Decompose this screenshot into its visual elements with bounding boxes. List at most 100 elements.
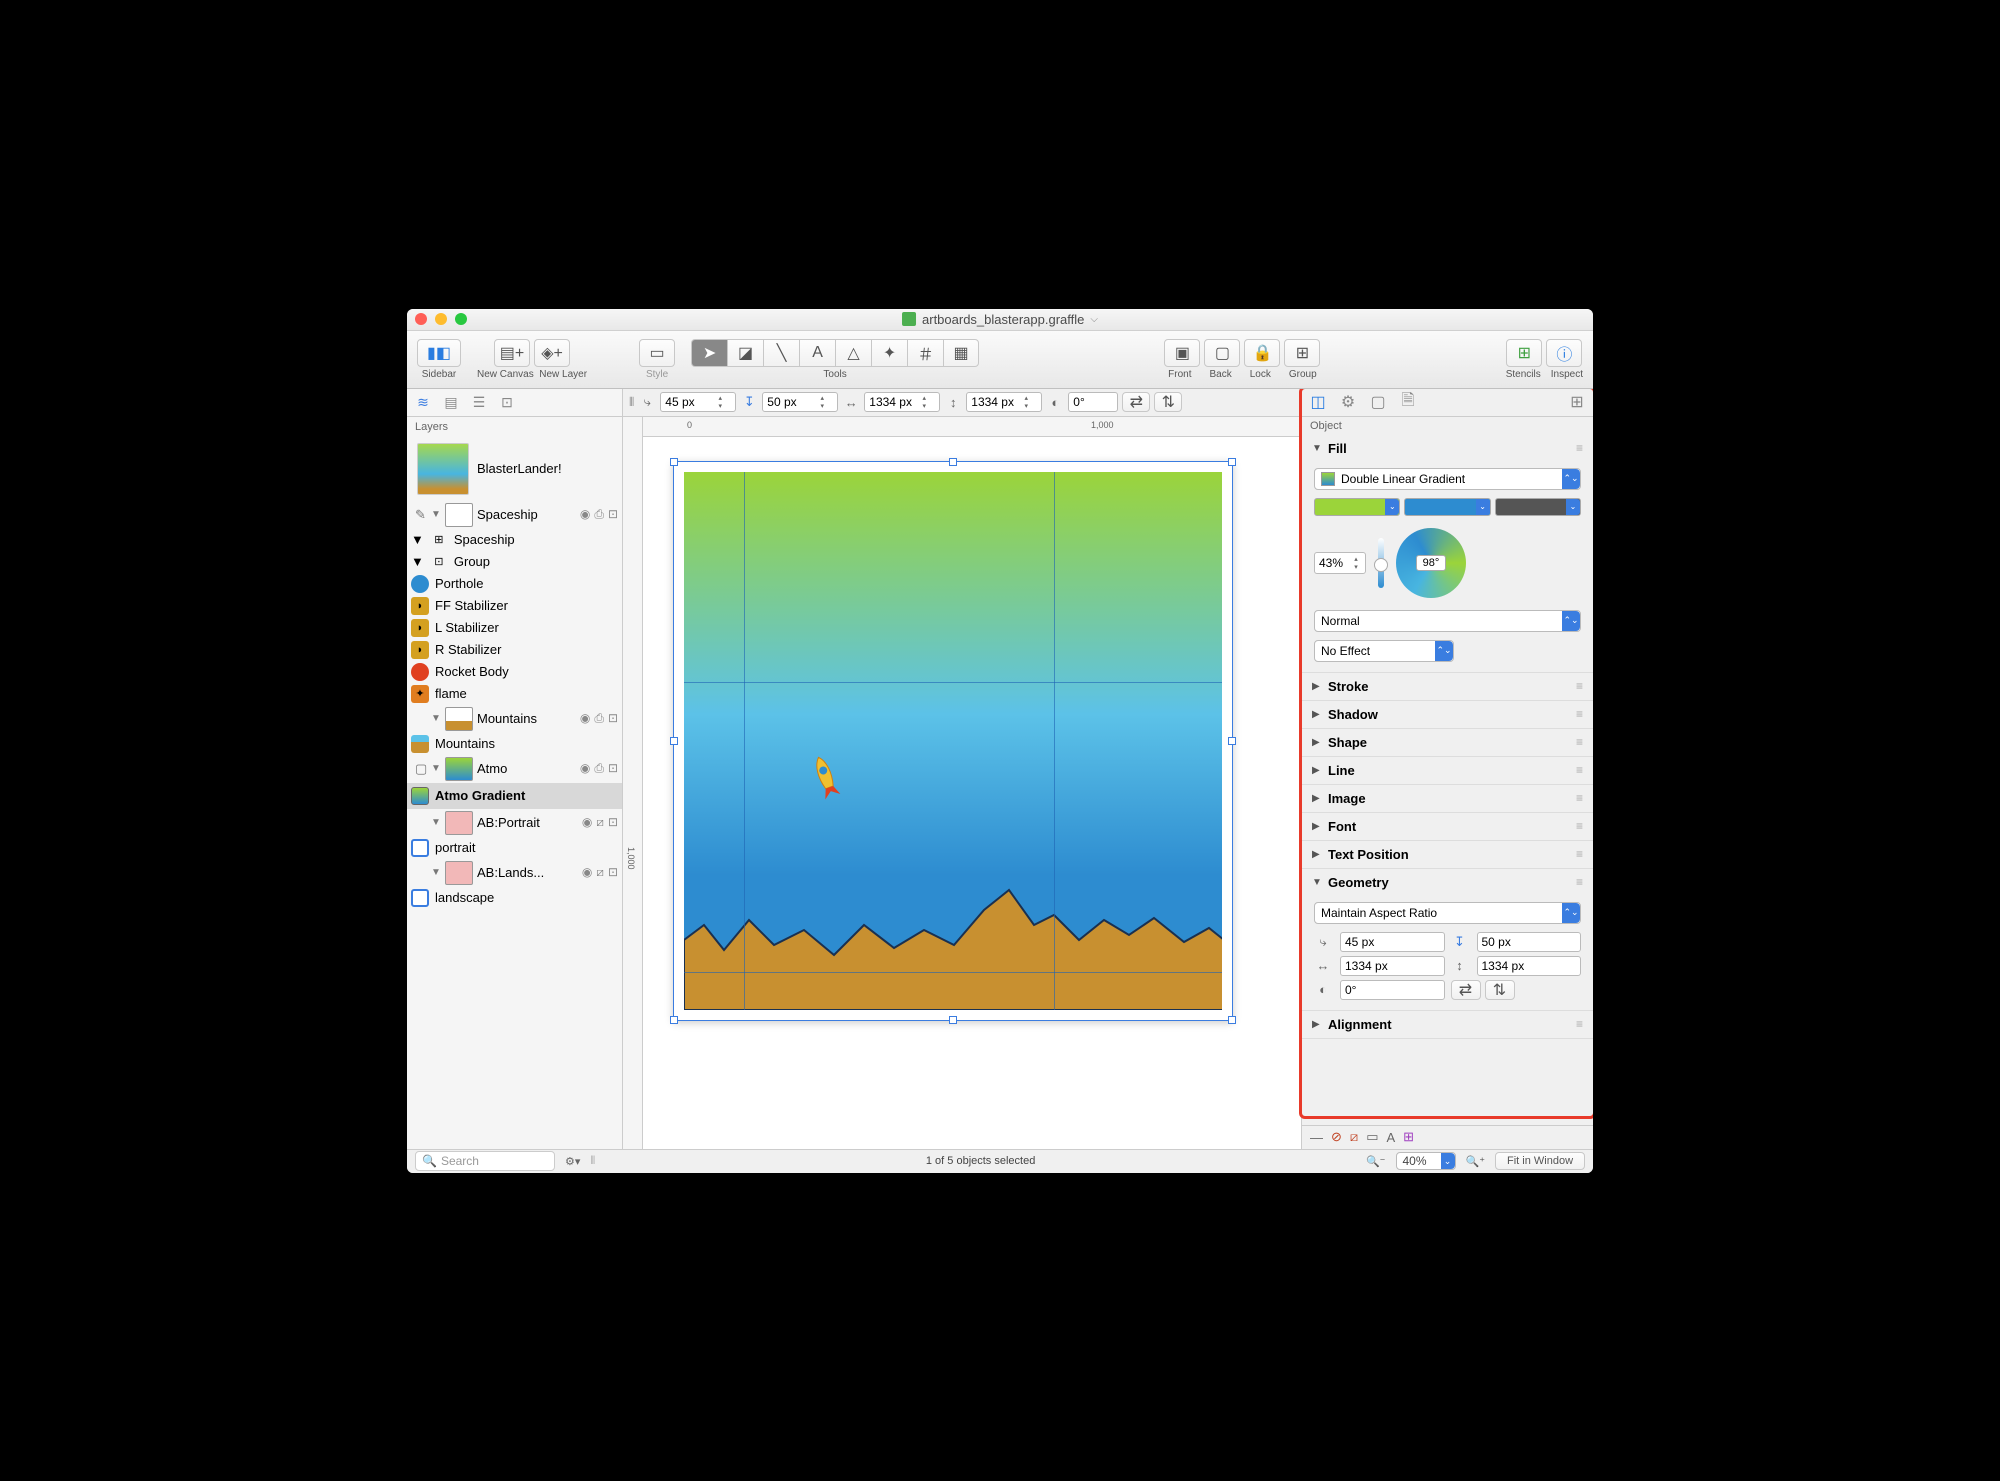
zoom-icon[interactable] [455, 313, 467, 325]
new-canvas-button[interactable]: ▤+ [494, 339, 530, 367]
layer-row-mountains[interactable]: ▼ Mountains ◉⎙⊡ [407, 705, 622, 733]
layer-row-atmo[interactable]: ▢▼ Atmo ◉⎙⊡ [407, 755, 622, 783]
minimize-icon[interactable] [435, 313, 447, 325]
sidebar-toggle-button[interactable]: ▮◧ [417, 339, 461, 367]
layer-row-spaceship[interactable]: ✎ ▼ Spaceship ◉⎙⊡ [407, 501, 622, 529]
geom-w-input[interactable] [1340, 956, 1445, 976]
list-item[interactable]: landscape [407, 887, 622, 909]
zoom-out-icon[interactable]: 🔍⁻ [1366, 1155, 1386, 1168]
geom-flip-h-button[interactable]: ⇄ [1451, 980, 1481, 1000]
group-button[interactable]: ⊞ [1284, 339, 1320, 367]
geom-rot-input[interactable] [1340, 980, 1445, 1000]
blend-mode-select[interactable]: Normal⌃⌄ [1314, 610, 1581, 632]
geom-y-input[interactable] [1477, 932, 1582, 952]
height-input[interactable]: ▴▾ [966, 392, 1042, 412]
search-input[interactable]: 🔍 Search [415, 1151, 555, 1171]
style-button[interactable]: ▭ [639, 339, 675, 367]
canvas-viewport[interactable] [643, 437, 1301, 1149]
gradient-slider[interactable] [1378, 538, 1384, 588]
fill-section-header[interactable]: ▼Fill≡ [1302, 435, 1593, 462]
object-inspector-tab-icon[interactable]: ◫ [1308, 392, 1328, 412]
font-section-header[interactable]: ▶Font≡ [1302, 813, 1593, 840]
list-item[interactable]: ◗R Stabilizer [407, 639, 622, 661]
visibility-icon[interactable]: ◉ [580, 507, 590, 522]
gradient-midpoint-input[interactable]: 43%▴▾ [1314, 552, 1366, 574]
list-item[interactable]: portrait [407, 837, 622, 859]
list-item[interactable]: Porthole [407, 573, 622, 595]
geometry-section-header[interactable]: ▼Geometry≡ [1302, 869, 1593, 896]
aspect-ratio-select[interactable]: Maintain Aspect Ratio⌃⌄ [1314, 902, 1581, 924]
layers-tab-icon[interactable]: ≋ [413, 392, 433, 412]
width-input[interactable]: ▴▾ [864, 392, 940, 412]
stroke-section-header[interactable]: ▶Stroke≡ [1302, 673, 1593, 700]
alignment-section-header[interactable]: ▶Alignment≡ [1302, 1011, 1593, 1038]
fill-type-select[interactable]: Double Linear Gradient⌃⌄ [1314, 468, 1581, 490]
text-tool[interactable]: A [799, 339, 835, 367]
flip-h-button[interactable]: ⇄ [1122, 392, 1150, 412]
style-text-icon[interactable]: A [1386, 1130, 1395, 1145]
selection-tab-icon[interactable]: ☰ [469, 392, 489, 412]
image-section-header[interactable]: ▶Image≡ [1302, 785, 1593, 812]
new-layer-button[interactable]: ◈+ [534, 339, 570, 367]
line-section-header[interactable]: ▶Line≡ [1302, 757, 1593, 784]
layer-row-portrait[interactable]: ▼ AB:Portrait ◉⧄⊡ [407, 809, 622, 837]
gradient-angle-wheel[interactable]: 98° [1396, 528, 1466, 598]
fill-effect-select[interactable]: No Effect⌃⌄ [1314, 640, 1454, 662]
zoom-in-icon[interactable]: 🔍⁺ [1466, 1155, 1486, 1168]
geom-x-input[interactable] [1340, 932, 1445, 952]
pen-tool[interactable]: △ [835, 339, 871, 367]
rotation-input[interactable] [1068, 392, 1118, 412]
grid-inspector-icon[interactable]: ⊞ [1567, 392, 1587, 412]
list-item[interactable]: Rocket Body [407, 661, 622, 683]
send-back-button[interactable]: ▢ [1204, 339, 1240, 367]
gear-icon[interactable]: ⚙▾ [565, 1155, 580, 1168]
list-item[interactable]: ▼⊡Group [407, 551, 622, 573]
line-tool[interactable]: ╲ [763, 339, 799, 367]
grid-tool[interactable]: ＃ [907, 339, 943, 367]
inspect-button[interactable]: ⓘ [1546, 339, 1582, 367]
properties-inspector-tab-icon[interactable]: ⚙ [1338, 392, 1358, 412]
style-noshadow-icon[interactable]: ⊘ [1331, 1129, 1342, 1145]
shape-section-header[interactable]: ▶Shape≡ [1302, 729, 1593, 756]
gradient-color-1[interactable]: ⌄ [1314, 498, 1400, 516]
x-input[interactable]: ▴▾ [660, 392, 736, 412]
ruler-toggle-icon[interactable]: ⦀ [629, 395, 634, 410]
list-item[interactable]: ◗FF Stabilizer [407, 595, 622, 617]
doc-inspector-tab-icon[interactable]: 🗎 [1398, 392, 1418, 412]
zoom-select[interactable]: 40%⌄ [1396, 1152, 1456, 1170]
stencils-button[interactable]: ⊞ [1506, 339, 1542, 367]
gradient-color-2[interactable]: ⌄ [1404, 498, 1490, 516]
lock-icon[interactable]: ⊡ [608, 507, 618, 522]
fit-window-button[interactable]: Fit in Window [1495, 1152, 1585, 1170]
list-item[interactable]: ◗L Stabilizer [407, 617, 622, 639]
artboard[interactable] [673, 461, 1233, 1021]
outline-tab-icon[interactable]: ▤ [441, 392, 461, 412]
layer-row-landscape[interactable]: ▼ AB:Lands... ◉⧄⊡ [407, 859, 622, 887]
geom-flip-v-button[interactable]: ⇅ [1485, 980, 1515, 1000]
gradient-color-3[interactable]: ⌄ [1495, 498, 1581, 516]
textpos-section-header[interactable]: ▶Text Position≡ [1302, 841, 1593, 868]
geom-h-input[interactable] [1477, 956, 1582, 976]
list-item[interactable]: ✦flame [407, 683, 622, 705]
point-tool[interactable]: ✦ [871, 339, 907, 367]
list-item[interactable]: ▼⊞Spaceship [407, 529, 622, 551]
style-rect-icon[interactable]: ▭ [1366, 1129, 1378, 1145]
bring-front-button[interactable]: ▣ [1164, 339, 1200, 367]
lock-button[interactable]: 🔒 [1244, 339, 1280, 367]
canvas-row[interactable]: BlasterLander! [407, 437, 622, 501]
list-item-selected[interactable]: Atmo Gradient [407, 783, 622, 809]
canvas-inspector-tab-icon[interactable]: ▢ [1368, 392, 1388, 412]
flip-v-button[interactable]: ⇅ [1154, 392, 1182, 412]
selection-tool[interactable]: ➤ [691, 339, 727, 367]
style-line-icon[interactable]: — [1310, 1130, 1323, 1145]
guides-tab-icon[interactable]: ⊡ [497, 392, 517, 412]
style-noimage-icon[interactable]: ⧄ [1350, 1129, 1358, 1145]
print-icon[interactable]: ⎙ [594, 507, 604, 522]
list-item[interactable]: Mountains [407, 733, 622, 755]
style-textbox-icon[interactable]: ⊞ [1403, 1129, 1414, 1145]
close-icon[interactable] [415, 313, 427, 325]
y-input[interactable]: ▴▾ [762, 392, 838, 412]
shape-tool[interactable]: ◪ [727, 339, 763, 367]
artboard-tool[interactable]: ▦ [943, 339, 979, 367]
shadow-section-header[interactable]: ▶Shadow≡ [1302, 701, 1593, 728]
